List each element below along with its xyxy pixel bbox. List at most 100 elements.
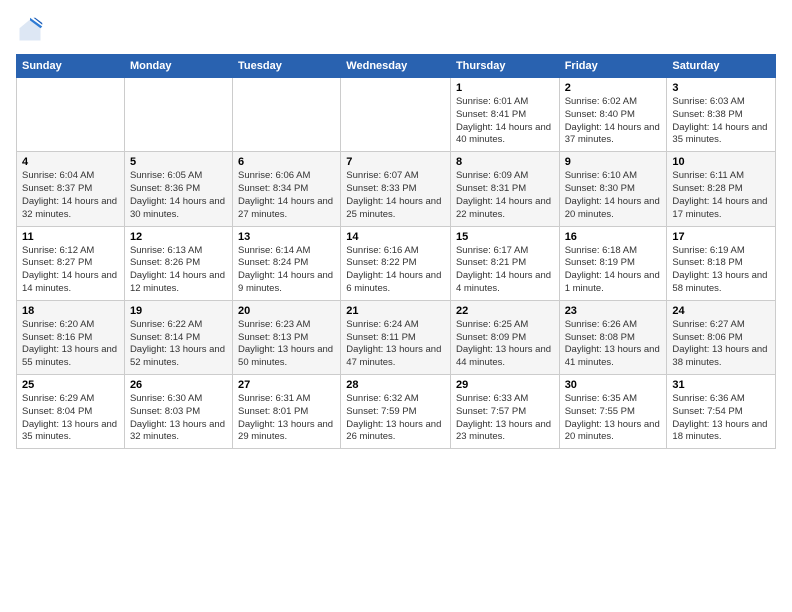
day-number: 3 [672, 82, 770, 94]
day-cell: 17 Sunrise: 6:19 AM Sunset: 8:18 PM Dayli… [667, 226, 776, 300]
day-info: Sunrise: 6:31 AM Sunset: 8:01 PM Dayligh… [238, 393, 335, 444]
week-row-3: 11 Sunrise: 6:12 AM Sunset: 8:27 PM Dayli… [17, 226, 776, 300]
day-info: Sunrise: 6:25 AM Sunset: 8:09 PM Dayligh… [456, 319, 554, 370]
header-row: SundayMondayTuesdayWednesdayThursdayFrid… [17, 55, 776, 78]
day-info: Sunrise: 6:35 AM Sunset: 7:55 PM Dayligh… [565, 393, 662, 444]
day-info: Sunrise: 6:06 AM Sunset: 8:34 PM Dayligh… [238, 170, 335, 221]
logo-icon [16, 16, 44, 44]
week-row-1: 1 Sunrise: 6:01 AM Sunset: 8:41 PM Daylig… [17, 78, 776, 152]
logo [16, 16, 48, 44]
day-info: Sunrise: 6:02 AM Sunset: 8:40 PM Dayligh… [565, 96, 662, 147]
day-number: 20 [238, 305, 335, 317]
day-info: Sunrise: 6:36 AM Sunset: 7:54 PM Dayligh… [672, 393, 770, 444]
day-info: Sunrise: 6:14 AM Sunset: 8:24 PM Dayligh… [238, 245, 335, 296]
day-number: 25 [22, 379, 119, 391]
day-info: Sunrise: 6:13 AM Sunset: 8:26 PM Dayligh… [130, 245, 227, 296]
day-number: 2 [565, 82, 662, 94]
day-info: Sunrise: 6:22 AM Sunset: 8:14 PM Dayligh… [130, 319, 227, 370]
day-cell: 11 Sunrise: 6:12 AM Sunset: 8:27 PM Dayli… [17, 226, 125, 300]
day-cell: 20 Sunrise: 6:23 AM Sunset: 8:13 PM Dayli… [233, 300, 341, 374]
day-info: Sunrise: 6:32 AM Sunset: 7:59 PM Dayligh… [346, 393, 445, 444]
day-number: 9 [565, 156, 662, 168]
day-number: 16 [565, 231, 662, 243]
day-cell: 26Sunrise: 6:30 AM Sunset: 8:03 PM Dayli… [124, 375, 232, 449]
day-number: 14 [346, 231, 445, 243]
day-cell: 14 Sunrise: 6:16 AM Sunset: 8:22 PM Dayli… [341, 226, 451, 300]
day-number: 23 [565, 305, 662, 317]
day-info: Sunrise: 6:07 AM Sunset: 8:33 PM Dayligh… [346, 170, 445, 221]
day-cell: 6Sunrise: 6:06 AM Sunset: 8:34 PM Daylig… [233, 152, 341, 226]
header-monday: Monday [124, 55, 232, 78]
day-cell: 30 Sunrise: 6:35 AM Sunset: 7:55 PM Dayli… [559, 375, 667, 449]
day-cell: 19 Sunrise: 6:22 AM Sunset: 8:14 PM Dayli… [124, 300, 232, 374]
day-cell: 29 Sunrise: 6:33 AM Sunset: 7:57 PM Dayli… [450, 375, 559, 449]
day-cell [233, 78, 341, 152]
day-number: 17 [672, 231, 770, 243]
day-cell: 1 Sunrise: 6:01 AM Sunset: 8:41 PM Daylig… [450, 78, 559, 152]
day-cell: 22 Sunrise: 6:25 AM Sunset: 8:09 PM Dayli… [450, 300, 559, 374]
day-number: 15 [456, 231, 554, 243]
day-cell: 5 Sunrise: 6:05 AM Sunset: 8:36 PM Daylig… [124, 152, 232, 226]
day-number: 29 [456, 379, 554, 391]
day-number: 8 [456, 156, 554, 168]
day-number: 30 [565, 379, 662, 391]
day-info: Sunrise: 6:19 AM Sunset: 8:18 PM Dayligh… [672, 245, 770, 296]
day-cell: 24Sunrise: 6:27 AM Sunset: 8:06 PM Dayli… [667, 300, 776, 374]
day-number: 27 [238, 379, 335, 391]
day-cell: 25 Sunrise: 6:29 AM Sunset: 8:04 PM Dayli… [17, 375, 125, 449]
day-cell: 23 Sunrise: 6:26 AM Sunset: 8:08 PM Dayli… [559, 300, 667, 374]
day-info: Sunrise: 6:18 AM Sunset: 8:19 PM Dayligh… [565, 245, 662, 296]
day-info: Sunrise: 6:05 AM Sunset: 8:36 PM Dayligh… [130, 170, 227, 221]
day-cell: 16 Sunrise: 6:18 AM Sunset: 8:19 PM Dayli… [559, 226, 667, 300]
header-sunday: Sunday [17, 55, 125, 78]
day-number: 28 [346, 379, 445, 391]
day-info: Sunrise: 6:04 AM Sunset: 8:37 PM Dayligh… [22, 170, 119, 221]
day-cell: 27 Sunrise: 6:31 AM Sunset: 8:01 PM Dayli… [233, 375, 341, 449]
day-number: 5 [130, 156, 227, 168]
day-cell: 9Sunrise: 6:10 AM Sunset: 8:30 PM Daylig… [559, 152, 667, 226]
day-info: Sunrise: 6:33 AM Sunset: 7:57 PM Dayligh… [456, 393, 554, 444]
day-cell [341, 78, 451, 152]
day-info: Sunrise: 6:01 AM Sunset: 8:41 PM Dayligh… [456, 96, 554, 147]
day-cell [17, 78, 125, 152]
day-cell: 15 Sunrise: 6:17 AM Sunset: 8:21 PM Dayli… [450, 226, 559, 300]
week-row-2: 4Sunrise: 6:04 AM Sunset: 8:37 PM Daylig… [17, 152, 776, 226]
day-info: Sunrise: 6:30 AM Sunset: 8:03 PM Dayligh… [130, 393, 227, 444]
day-cell [124, 78, 232, 152]
day-cell: 8 Sunrise: 6:09 AM Sunset: 8:31 PM Daylig… [450, 152, 559, 226]
calendar-table: SundayMondayTuesdayWednesdayThursdayFrid… [16, 54, 776, 449]
header [16, 16, 776, 44]
day-number: 10 [672, 156, 770, 168]
day-cell: 12 Sunrise: 6:13 AM Sunset: 8:26 PM Dayli… [124, 226, 232, 300]
day-info: Sunrise: 6:26 AM Sunset: 8:08 PM Dayligh… [565, 319, 662, 370]
day-cell: 3 Sunrise: 6:03 AM Sunset: 8:38 PM Daylig… [667, 78, 776, 152]
day-number: 21 [346, 305, 445, 317]
day-number: 18 [22, 305, 119, 317]
day-info: Sunrise: 6:12 AM Sunset: 8:27 PM Dayligh… [22, 245, 119, 296]
day-info: Sunrise: 6:29 AM Sunset: 8:04 PM Dayligh… [22, 393, 119, 444]
day-cell: 10Sunrise: 6:11 AM Sunset: 8:28 PM Dayli… [667, 152, 776, 226]
day-info: Sunrise: 6:27 AM Sunset: 8:06 PM Dayligh… [672, 319, 770, 370]
day-cell: 2 Sunrise: 6:02 AM Sunset: 8:40 PM Daylig… [559, 78, 667, 152]
page: SundayMondayTuesdayWednesdayThursdayFrid… [0, 0, 792, 457]
day-info: Sunrise: 6:17 AM Sunset: 8:21 PM Dayligh… [456, 245, 554, 296]
day-cell: 28 Sunrise: 6:32 AM Sunset: 7:59 PM Dayli… [341, 375, 451, 449]
day-cell: 4Sunrise: 6:04 AM Sunset: 8:37 PM Daylig… [17, 152, 125, 226]
day-cell: 13Sunrise: 6:14 AM Sunset: 8:24 PM Dayli… [233, 226, 341, 300]
day-number: 19 [130, 305, 227, 317]
day-info: Sunrise: 6:03 AM Sunset: 8:38 PM Dayligh… [672, 96, 770, 147]
header-tuesday: Tuesday [233, 55, 341, 78]
day-info: Sunrise: 6:16 AM Sunset: 8:22 PM Dayligh… [346, 245, 445, 296]
day-cell: 7Sunrise: 6:07 AM Sunset: 8:33 PM Daylig… [341, 152, 451, 226]
day-number: 22 [456, 305, 554, 317]
day-number: 12 [130, 231, 227, 243]
day-info: Sunrise: 6:09 AM Sunset: 8:31 PM Dayligh… [456, 170, 554, 221]
day-info: Sunrise: 6:23 AM Sunset: 8:13 PM Dayligh… [238, 319, 335, 370]
week-row-4: 18 Sunrise: 6:20 AM Sunset: 8:16 PM Dayli… [17, 300, 776, 374]
day-number: 11 [22, 231, 119, 243]
header-wednesday: Wednesday [341, 55, 451, 78]
day-cell: 31Sunrise: 6:36 AM Sunset: 7:54 PM Dayli… [667, 375, 776, 449]
day-cell: 18 Sunrise: 6:20 AM Sunset: 8:16 PM Dayli… [17, 300, 125, 374]
day-info: Sunrise: 6:20 AM Sunset: 8:16 PM Dayligh… [22, 319, 119, 370]
day-number: 1 [456, 82, 554, 94]
